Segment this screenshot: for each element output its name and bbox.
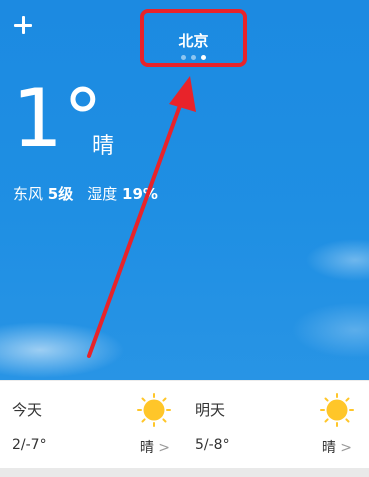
humidity-value: 19% [122,185,158,203]
forecast-today[interactable]: 今天 2/-7° 晴 > [0,381,184,477]
forecast-condition-text: 晴 [321,440,336,456]
forecast-condition: 晴 > [140,437,170,457]
add-city-button[interactable] [12,14,36,38]
humidity: 湿度 19% [87,183,158,204]
wind: 东风 5级 [13,183,73,204]
forecast-day-label: 明天 [195,401,226,419]
wind-value: 5级 [47,185,74,203]
forecast-range: 2/-7° [12,437,47,453]
forecast-card: 今天 2/-7° 晴 > 明天 5/-8° 晴 > [0,380,369,477]
forecast-tomorrow[interactable]: 明天 5/-8° 晴 > [184,381,368,477]
city-name: 北京 [178,32,209,50]
wind-label: 东风 [13,185,44,203]
sun-icon [137,393,171,427]
forecast-range: 5/-8° [195,437,230,453]
page-dot-active [201,55,206,60]
bottom-divider [0,468,369,477]
current-temperature: 1° [12,72,103,165]
forecast-condition-text: 晴 [139,440,154,456]
chevron-right-icon: > [340,440,352,456]
sun-icon [320,393,354,427]
current-condition: 晴 [92,134,115,159]
page-dot [191,55,196,60]
page-indicator [144,55,243,60]
forecast-day-label: 今天 [12,401,43,419]
chevron-right-icon: > [158,440,170,456]
weather-details: 东风 5级 湿度 19% [13,183,158,204]
page-dot [181,55,186,60]
forecast-condition: 晴 > [322,437,352,457]
city-selector[interactable]: 北京 [140,9,247,67]
humidity-label: 湿度 [87,185,118,203]
